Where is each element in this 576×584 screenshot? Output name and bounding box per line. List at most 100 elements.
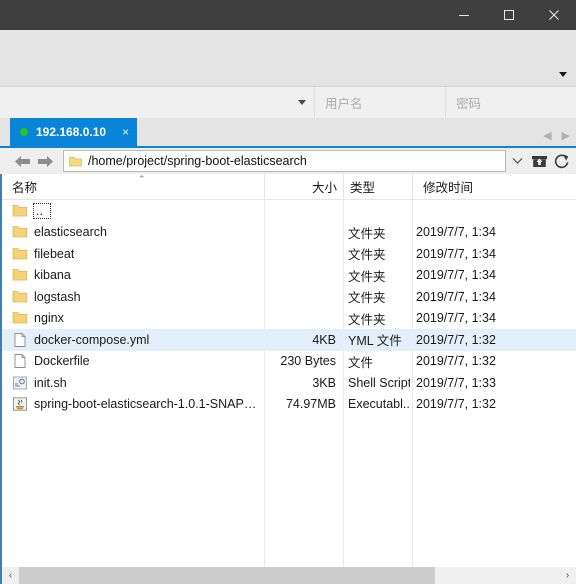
column-headers: 名称 大小 类型 修改时间 ⌃ — [2, 174, 576, 200]
file-name-cell: elasticsearch — [2, 222, 264, 244]
username-field[interactable]: 用户名 — [315, 87, 446, 118]
upload-icon — [531, 156, 547, 167]
folder-icon — [69, 156, 82, 166]
file-name-cell: spring-boot-elasticsearch-1.0.1-SNAPS... — [2, 394, 264, 416]
java-jar-icon — [13, 397, 27, 411]
forward-arrow-icon[interactable] — [37, 155, 54, 168]
file-type-cell: 文件夹 — [348, 291, 386, 306]
column-header-date[interactable]: 修改时间 — [413, 174, 576, 199]
chevron-down-icon — [559, 72, 567, 77]
file-size-cell — [264, 243, 342, 265]
file-name-label: elasticsearch — [34, 225, 107, 240]
file-size-cell — [264, 265, 342, 287]
refresh-button[interactable] — [550, 150, 572, 172]
shell-script-icon — [13, 376, 27, 390]
file-name-cell: init.sh — [2, 372, 264, 394]
horizontal-scrollbar[interactable]: ‹ › — [0, 567, 576, 584]
file-list: 名称 大小 类型 修改时间 ⌃ .. elasticsearch 文件夹 2019/7… — [2, 174, 576, 567]
host-select[interactable] — [0, 87, 315, 118]
back-arrow-icon[interactable] — [14, 155, 31, 168]
file-date-cell: 2019/7/7, 1:34 — [416, 246, 496, 261]
file-name-label: spring-boot-elasticsearch-1.0.1-SNAPS... — [34, 397, 258, 412]
table-row[interactable]: spring-boot-elasticsearch-1.0.1-SNAPS...… — [2, 394, 576, 416]
file-name-cell: logstash — [2, 286, 264, 308]
file-type-cell — [342, 200, 410, 222]
file-date-cell: 2019/7/7, 1:34 — [416, 225, 496, 240]
file-name-label: .. — [33, 202, 51, 219]
table-row[interactable]: .. — [2, 200, 576, 222]
minimize-icon — [458, 15, 469, 16]
file-icon — [14, 332, 26, 347]
file-name-label: filebeat — [34, 246, 75, 261]
file-name-cell: filebeat — [2, 243, 264, 265]
file-name-label: docker-compose.yml — [34, 332, 150, 347]
scroll-left-button[interactable]: ‹ — [2, 567, 19, 584]
address-bar: /home/project/spring-boot-elasticsearch — [0, 146, 576, 174]
tab-strip: 192.168.0.10 × ◀ ▶ — [0, 118, 576, 146]
chevron-down-icon — [298, 100, 306, 105]
password-field[interactable]: 密码 — [446, 87, 576, 118]
file-size-cell: 74.97MB — [285, 397, 336, 412]
file-date-cell: 2019/7/7, 1:32 — [416, 354, 496, 369]
file-name-cell: docker-compose.yml — [2, 329, 264, 351]
table-row[interactable]: nginx 文件夹 2019/7/7, 1:34 — [2, 308, 576, 330]
file-date-cell — [410, 200, 576, 222]
table-row[interactable]: init.sh 3KB Shell Script 2019/7/7, 1:33 — [2, 372, 576, 394]
folder-icon — [12, 247, 28, 260]
table-row[interactable]: kibana 文件夹 2019/7/7, 1:34 — [2, 265, 576, 287]
file-name-cell: .. — [2, 200, 264, 222]
folder-icon — [12, 290, 28, 303]
maximize-icon — [503, 10, 514, 20]
folder-icon — [12, 312, 28, 324]
file-type-cell: Shell Script — [348, 375, 410, 390]
scrollbar-track[interactable] — [19, 567, 559, 584]
close-button[interactable] — [531, 0, 576, 30]
file-name-label: kibana — [34, 268, 71, 283]
chevron-down-icon — [512, 158, 522, 164]
table-row[interactable]: filebeat 文件夹 2019/7/7, 1:34 — [2, 243, 576, 265]
tab-close-button[interactable]: × — [122, 126, 129, 138]
file-type-cell: 文件夹 — [348, 248, 386, 263]
file-name-label: Dockerfile — [34, 354, 90, 369]
refresh-icon — [554, 153, 568, 168]
toolbar-overflow-button[interactable] — [556, 68, 570, 82]
file-type-cell: 文件 — [348, 355, 374, 370]
upload-button[interactable] — [528, 150, 550, 172]
file-name-cell: kibana — [2, 265, 264, 287]
column-header-size[interactable]: 大小 — [265, 174, 343, 199]
scroll-right-button[interactable]: › — [559, 567, 576, 584]
file-type-cell: 文件夹 — [348, 269, 386, 284]
tab-next-button[interactable]: ▶ — [562, 131, 570, 142]
tab-192-168-0-10[interactable]: 192.168.0.10 × — [10, 118, 138, 146]
title-bar — [0, 0, 576, 30]
file-date-cell: 2019/7/7, 1:34 — [416, 268, 496, 283]
table-row[interactable]: logstash 文件夹 2019/7/7, 1:34 — [2, 286, 576, 308]
scrollbar-thumb[interactable] — [19, 567, 435, 584]
maximize-button[interactable] — [486, 0, 531, 30]
column-header-type[interactable]: 类型 — [344, 174, 412, 199]
tab-prev-button[interactable]: ◀ — [543, 131, 551, 142]
connection-bar: 用户名 密码 — [0, 87, 576, 118]
table-row[interactable]: docker-compose.yml 4KB YML 文件 2019/7/7, 1:3… — [2, 329, 576, 351]
path-dropdown-button[interactable] — [506, 150, 528, 172]
file-type-cell: Executabl... — [348, 397, 410, 412]
file-name-label: init.sh — [34, 375, 67, 390]
tab-label: 192.168.0.10 — [36, 125, 107, 139]
main-toolbar — [0, 30, 576, 87]
minimize-button[interactable] — [441, 0, 486, 30]
path-text: /home/project/spring-boot-elasticsearch — [88, 154, 307, 168]
table-row[interactable]: elasticsearch 文件夹 2019/7/7, 1:34 — [2, 222, 576, 244]
folder-icon — [12, 204, 28, 217]
file-rows-container: .. elasticsearch 文件夹 2019/7/7, 1:34 filebeat… — [2, 200, 576, 567]
file-manager-window: 用户名 密码 192.168.0.10 × ◀ ▶ /home/project/… — [0, 0, 576, 584]
file-name-cell: nginx — [2, 308, 264, 330]
file-type-cell: 文件夹 — [348, 226, 386, 241]
path-input[interactable]: /home/project/spring-boot-elasticsearch — [63, 150, 506, 172]
sort-ascending-icon: ⌃ — [138, 174, 146, 184]
table-row[interactable]: Dockerfile 230 Bytes 文件 2019/7/7, 1:32 — [2, 351, 576, 373]
file-size-cell: 230 Bytes — [280, 354, 336, 369]
folder-icon — [12, 269, 28, 281]
file-date-cell: 2019/7/7, 1:32 — [416, 332, 496, 347]
file-date-cell: 2019/7/7, 1:32 — [416, 397, 496, 412]
column-header-name[interactable]: 名称 — [2, 174, 264, 199]
